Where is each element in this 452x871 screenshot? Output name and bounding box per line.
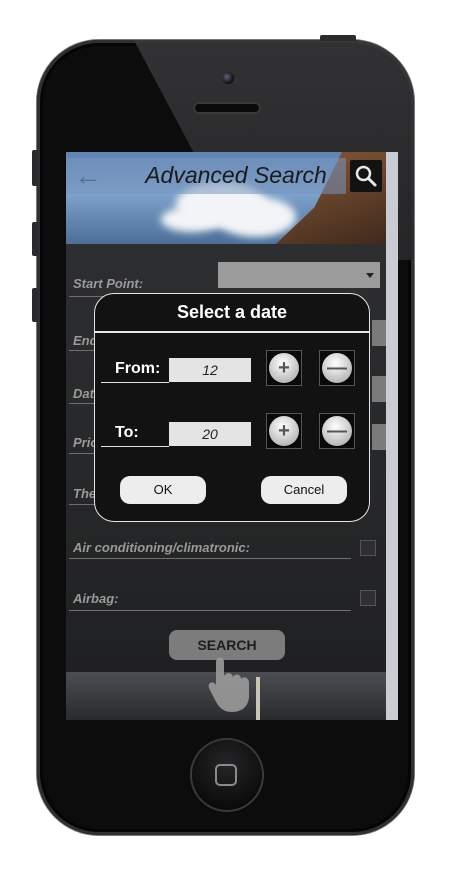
minus-icon: —	[327, 357, 347, 379]
plus-icon: +	[278, 357, 290, 379]
mute-switch	[32, 150, 38, 186]
ok-button[interactable]: OK	[120, 476, 206, 504]
header-image: ← Advanced Search	[66, 152, 386, 244]
price-field[interactable]	[372, 424, 386, 450]
from-label: From:	[115, 360, 161, 377]
plus-icon: +	[278, 420, 290, 442]
dialog-title: Select a date	[176, 302, 288, 322]
volume-up-button	[32, 222, 38, 256]
search-icon	[355, 165, 377, 187]
front-camera	[222, 72, 234, 84]
dialog-title-separator	[95, 331, 369, 333]
from-minus-button[interactable]: —	[319, 350, 355, 386]
air-conditioning-label: Air conditioning/climatronic:	[73, 540, 250, 555]
power-button	[320, 35, 356, 41]
speaker-grille	[193, 102, 261, 114]
header-search-button[interactable]	[350, 160, 382, 192]
start-point-label: Start Point:	[73, 276, 144, 291]
to-minus-button[interactable]: —	[319, 413, 355, 449]
page-title: Advanced Search	[145, 162, 327, 188]
divider	[69, 558, 351, 559]
start-point-dropdown[interactable]	[218, 262, 380, 288]
divider	[69, 610, 351, 611]
from-plus-button[interactable]: +	[266, 350, 302, 386]
road-marking	[256, 677, 260, 720]
air-conditioning-checkbox[interactable]	[360, 540, 376, 556]
select-date-dialog: Select a date From: 12 + — To: 20 + — OK…	[94, 293, 370, 522]
from-input[interactable]: 12	[169, 358, 251, 382]
to-input[interactable]: 20	[169, 422, 251, 446]
date-label: Dat	[73, 386, 94, 401]
theme-label: The	[73, 486, 97, 501]
home-square-icon	[215, 764, 237, 786]
volume-down-button	[32, 288, 38, 322]
date-field[interactable]	[372, 376, 386, 402]
arrow-left-icon[interactable]: ←	[74, 162, 102, 190]
to-underline	[101, 446, 169, 447]
screen-edge	[386, 152, 398, 720]
to-plus-button[interactable]: +	[266, 413, 302, 449]
from-underline	[101, 382, 169, 383]
to-label: To:	[115, 424, 139, 441]
airbag-checkbox[interactable]	[360, 590, 376, 606]
airbag-label: Airbag:	[73, 591, 119, 606]
end-point-dropdown[interactable]	[372, 320, 386, 346]
cancel-button[interactable]: Cancel	[261, 476, 347, 504]
hand-pointer-icon	[208, 657, 249, 712]
minus-icon: —	[327, 420, 347, 442]
